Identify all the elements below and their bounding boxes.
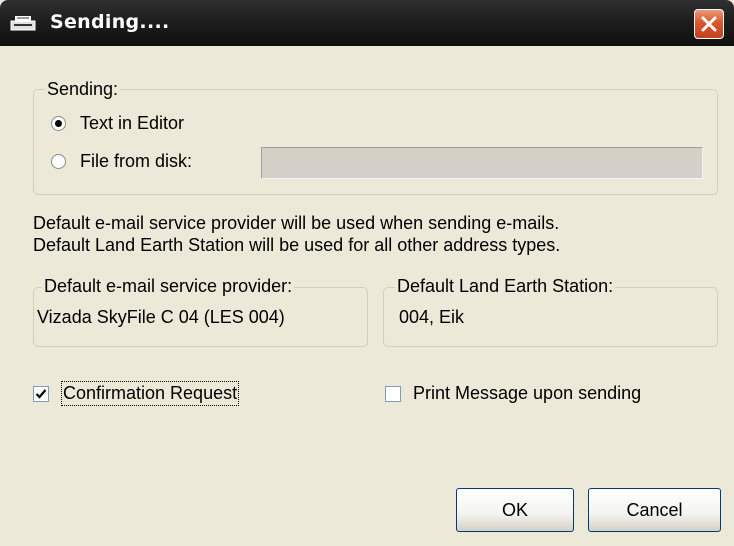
print-message-checkbox[interactable] bbox=[385, 386, 401, 402]
print-message-label[interactable]: Print Message upon sending bbox=[413, 383, 641, 404]
provider-group-legend: Default e-mail service provider: bbox=[42, 276, 295, 297]
window-title: Sending.... bbox=[50, 11, 170, 33]
les-value: 004, Eik bbox=[399, 307, 465, 327]
file-path-field bbox=[261, 147, 703, 179]
close-button[interactable] bbox=[694, 9, 724, 39]
printer-icon bbox=[10, 16, 36, 31]
info-text-line1: Default e-mail service provider will be … bbox=[33, 213, 560, 233]
close-icon bbox=[701, 16, 717, 32]
sending-group-legend: Sending: bbox=[45, 79, 121, 100]
title-bar[interactable]: Sending.... bbox=[0, 0, 734, 46]
confirmation-request-checkbox[interactable] bbox=[33, 386, 49, 402]
radio-file-from-disk-label[interactable]: File from disk: bbox=[80, 151, 192, 172]
ok-button[interactable]: OK bbox=[456, 488, 574, 532]
radio-file-from-disk[interactable] bbox=[51, 154, 66, 169]
sending-group bbox=[33, 89, 718, 195]
les-group-legend: Default Land Earth Station: bbox=[395, 276, 616, 297]
info-text-line2: Default Land Earth Station will be used … bbox=[33, 235, 561, 255]
radio-text-in-editor[interactable] bbox=[51, 116, 66, 131]
checkmark-icon bbox=[35, 389, 47, 399]
confirmation-request-label[interactable]: Confirmation Request bbox=[60, 381, 240, 406]
radio-text-in-editor-label[interactable]: Text in Editor bbox=[80, 113, 184, 134]
radio-selected-dot bbox=[55, 120, 62, 127]
provider-value: Vizada SkyFile C 04 (LES 004) bbox=[37, 307, 285, 327]
cancel-button[interactable]: Cancel bbox=[588, 488, 721, 532]
